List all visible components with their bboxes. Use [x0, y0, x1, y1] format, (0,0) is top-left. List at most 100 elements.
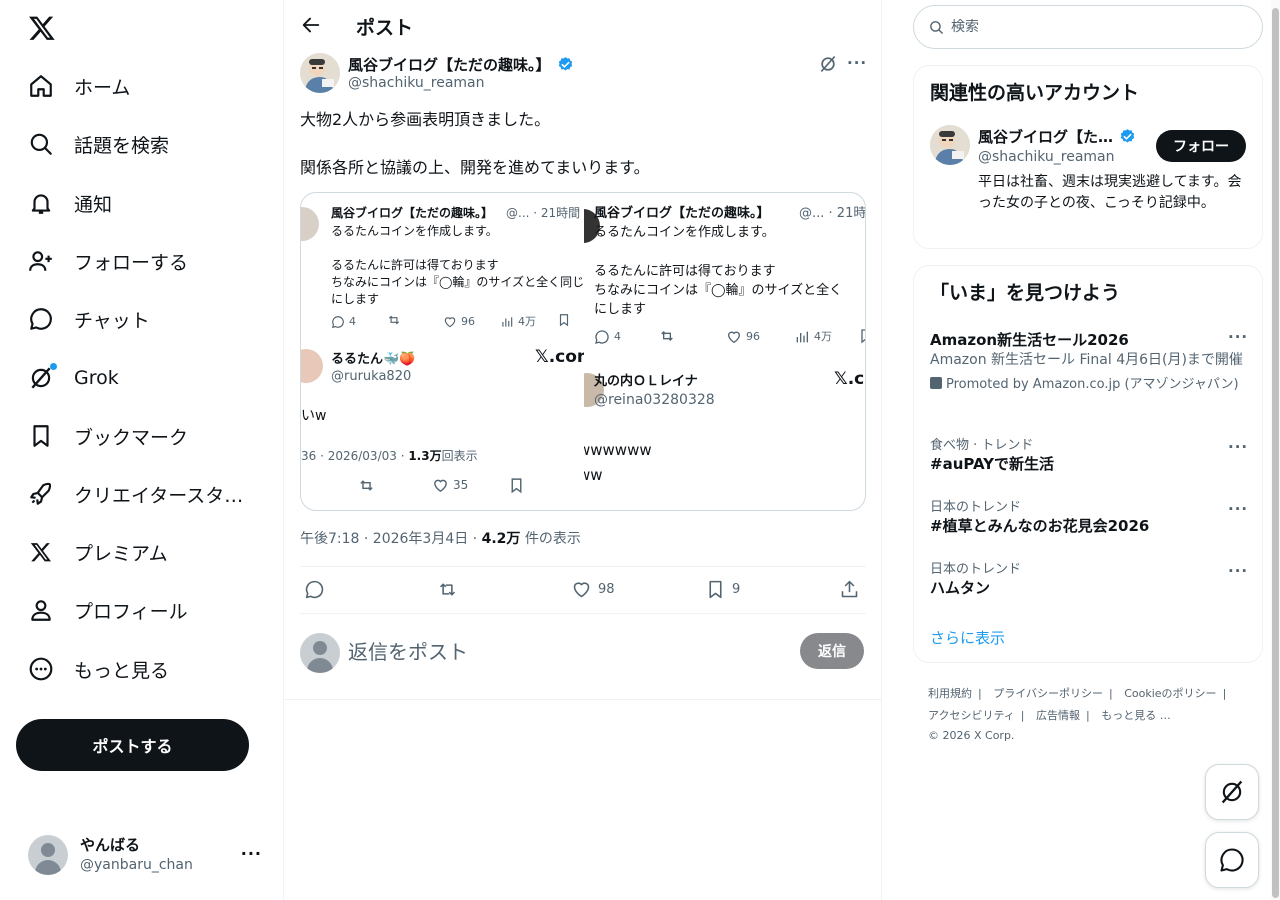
media-image-left[interactable]: 風谷ブイログ【ただの趣味。】 @... · 21時間 るるたんコインを作成します… — [301, 193, 584, 510]
show-more-link[interactable]: さらに表示 — [930, 627, 1005, 648]
more-circle-icon — [28, 656, 54, 682]
views-count: 4.2万 — [481, 531, 521, 547]
share-button[interactable] — [839, 579, 860, 600]
divider — [300, 566, 866, 567]
bookmark-icon — [28, 423, 54, 449]
reply-input[interactable] — [348, 637, 788, 667]
related-name[interactable]: 風谷ブイログ【た… — [978, 126, 1136, 147]
media-image-right[interactable]: 風谷ブイログ【ただの趣味。】 @... · 21時間 るるたんコインを作成します… — [584, 193, 865, 510]
grok-fab-button[interactable] — [1205, 764, 1259, 820]
footer-more[interactable]: もっと見る … — [1101, 709, 1171, 722]
author-name[interactable]: 風谷ブイログ【ただの趣味。】 — [348, 54, 574, 75]
quoted-line-2: るるたんに許可は得ております — [331, 258, 499, 272]
nav-notifications-label: 通知 — [74, 193, 113, 216]
nav-chat[interactable]: チャット — [28, 304, 150, 334]
more-options-icon[interactable]: ··· — [1228, 328, 1248, 346]
trend-title: #auPAYで新生活 — [930, 455, 1055, 473]
trend-item[interactable]: Amazon新生活セール2026 Amazon 新生活セール Final 4月6… — [930, 329, 1250, 392]
quoted-name: 風谷ブイログ【ただの趣味。】 — [594, 206, 770, 221]
chat-fab-button[interactable] — [1205, 832, 1259, 888]
quoted-line-3: ちなみにコインは『◯輪』のサイズと全く同じ — [331, 275, 584, 289]
quoted-name: 風谷ブイログ【ただの趣味。】 — [331, 206, 494, 220]
mini-reply: 4 — [594, 328, 621, 345]
x-logo-icon[interactable] — [28, 14, 56, 42]
trend-item[interactable]: 食べ物 · トレンド #auPAYで新生活 — [930, 434, 1250, 474]
repost-button[interactable] — [437, 579, 458, 600]
more-options-icon[interactable]: ··· — [1228, 438, 1248, 456]
more-icon[interactable]: ··· — [241, 844, 262, 863]
mini-reply: 4 — [331, 313, 356, 330]
related-avatar[interactable] — [930, 125, 970, 165]
bookmark-button[interactable]: 9 — [705, 579, 740, 600]
search-input[interactable] — [951, 19, 1231, 35]
like-count: 98 — [598, 582, 615, 597]
related-handle[interactable]: @shachiku_reaman — [978, 149, 1115, 165]
search-box[interactable] — [913, 5, 1263, 49]
reply-button[interactable] — [304, 579, 325, 600]
more-options-icon[interactable]: ··· — [1228, 500, 1248, 518]
scrollbar-thumb[interactable] — [1272, 8, 1279, 898]
bookmark-count: 9 — [732, 582, 741, 597]
footer-cookie[interactable]: Cookieのポリシー — [1124, 687, 1216, 700]
reply-submit-button[interactable]: 返信 — [800, 633, 864, 669]
footer-privacy[interactable]: プライバシーポリシー — [993, 687, 1103, 700]
trend-context: 日本のトレンド — [930, 562, 1022, 577]
mini-like: 96 — [443, 313, 475, 330]
footer-terms[interactable]: 利用規約 — [928, 687, 972, 700]
reply-text-2: ww — [584, 466, 603, 484]
nav-more[interactable]: もっと見る — [28, 654, 169, 684]
author-handle[interactable]: @shachiku_reaman — [348, 75, 485, 91]
reply-text: いw — [301, 408, 327, 424]
nav-notifications[interactable]: 通知 — [28, 188, 112, 218]
nav-bookmarks[interactable]: ブックマーク — [28, 421, 188, 451]
promoted-icon — [930, 376, 942, 389]
nav-premium[interactable]: プレミアム — [28, 537, 168, 567]
left-sidebar: ホーム 話題を検索 通知 フォローする チャット Grok ブックマーク クリエ… — [0, 0, 284, 900]
follow-button[interactable]: フォロー — [1156, 130, 1246, 162]
back-arrow-icon[interactable] — [300, 14, 322, 36]
x-com-label: 𝕏.com — [535, 347, 584, 367]
post-text: 大物2人から参画表明頂きました。 関係各所と協議の上、開発を進めてまいります。 — [300, 110, 650, 177]
more-options-icon[interactable]: ··· — [847, 54, 867, 72]
scrollbar[interactable] — [1271, 0, 1280, 900]
nav-creator-studio-label: クリエイタースタ… — [74, 484, 244, 507]
nav-creator-studio[interactable]: クリエイタースタ… — [28, 479, 243, 509]
follow-icon — [28, 248, 54, 274]
nav-grok-label: Grok — [74, 367, 119, 389]
search-icon — [28, 131, 54, 157]
nav-profile-label: プロフィール — [74, 600, 188, 623]
post-meta: 午後7:18 · 2026年3月4日 · 4.2万 件の表示 — [300, 528, 581, 548]
nav-explore-label: 話題を検索 — [74, 134, 170, 157]
nav-bookmarks-label: ブックマーク — [74, 426, 189, 449]
rocket-icon — [28, 481, 54, 507]
footer: 利用規約 | プライバシーポリシー | Cookieのポリシー | アクセシビリティ |… — [928, 682, 1258, 748]
nav-home[interactable]: ホーム — [28, 71, 130, 101]
reply-text-1: wwwwww — [584, 441, 652, 459]
post-media[interactable]: 風谷ブイログ【ただの趣味。】 @... · 21時間 るるたんコインを作成します… — [300, 192, 866, 511]
main-column: ポスト 風谷ブイログ【ただの趣味。】 @shachiku_reaman ··· … — [284, 0, 882, 900]
footer-ads[interactable]: 広告情報 — [1036, 709, 1080, 722]
nav-home-label: ホーム — [74, 76, 131, 99]
account-switcher[interactable]: やんばる @yanbaru_chan ··· — [28, 832, 268, 878]
footer-accessibility[interactable]: アクセシビリティ — [928, 709, 1015, 722]
quoted-meta: @... · 21時間 — [506, 206, 581, 220]
heart-icon — [573, 582, 590, 598]
author-name-text: 風谷ブイログ【ただの趣味。】 — [348, 56, 551, 74]
nav-profile[interactable]: プロフィール — [28, 595, 188, 625]
grok-icon[interactable] — [818, 54, 838, 74]
trend-item[interactable]: 日本のトレンド #植草とみんなのお花見会2026 — [930, 496, 1250, 536]
like-button[interactable]: 98 — [571, 579, 615, 600]
post-timestamp[interactable]: 午後7:18 · 2026年3月4日 · — [300, 531, 482, 547]
post-button[interactable]: ポストする — [16, 719, 249, 771]
trend-desc: Amazon 新生活セール Final 4月6日(月)まで開催 — [930, 352, 1243, 368]
nav-chat-label: チャット — [74, 309, 150, 332]
reply-repost — [358, 477, 379, 494]
trend-item[interactable]: 日本のトレンド ハムタン — [930, 558, 1250, 598]
author-avatar[interactable] — [300, 53, 340, 93]
nav-follow[interactable]: フォローする — [28, 246, 188, 276]
nav-grok[interactable]: Grok — [28, 363, 119, 393]
verified-badge-icon — [1120, 129, 1135, 143]
nav-explore[interactable]: 話題を検索 — [28, 129, 169, 159]
quoted-line-4: にします — [331, 292, 380, 306]
more-options-icon[interactable]: ··· — [1228, 562, 1248, 580]
